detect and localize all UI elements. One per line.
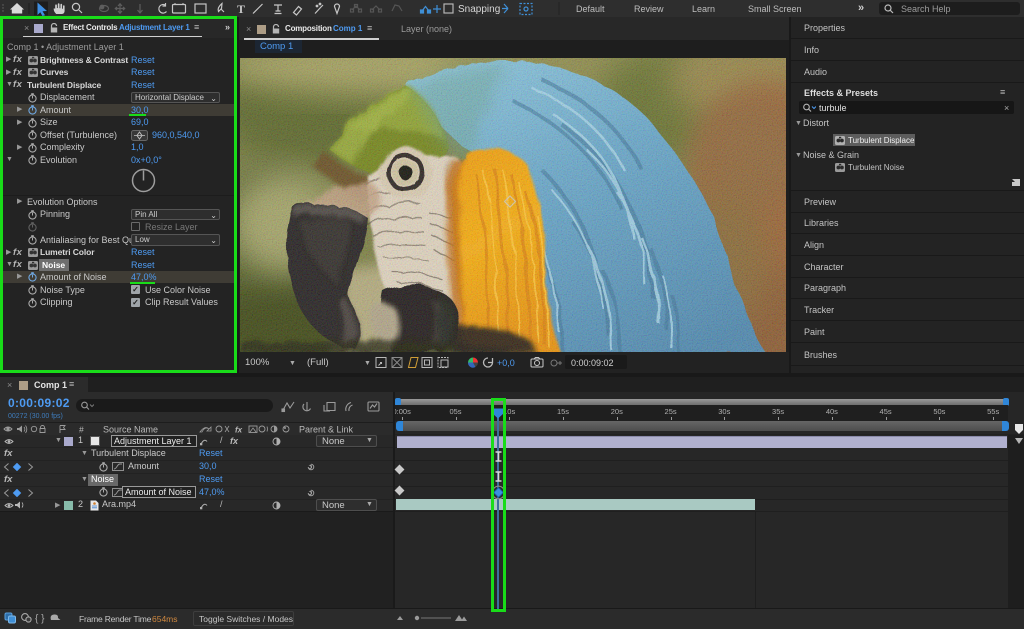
svg-text:Parent & Link: Parent & Link bbox=[299, 425, 354, 435]
svg-text:fx: fx bbox=[235, 426, 243, 435]
svg-text:Snapping: Snapping bbox=[458, 4, 500, 15]
svg-text:{ }: { } bbox=[35, 614, 45, 625]
svg-text:T: T bbox=[237, 2, 245, 16]
svg-text:#: # bbox=[79, 425, 84, 435]
svg-text:Source Name: Source Name bbox=[103, 425, 158, 435]
